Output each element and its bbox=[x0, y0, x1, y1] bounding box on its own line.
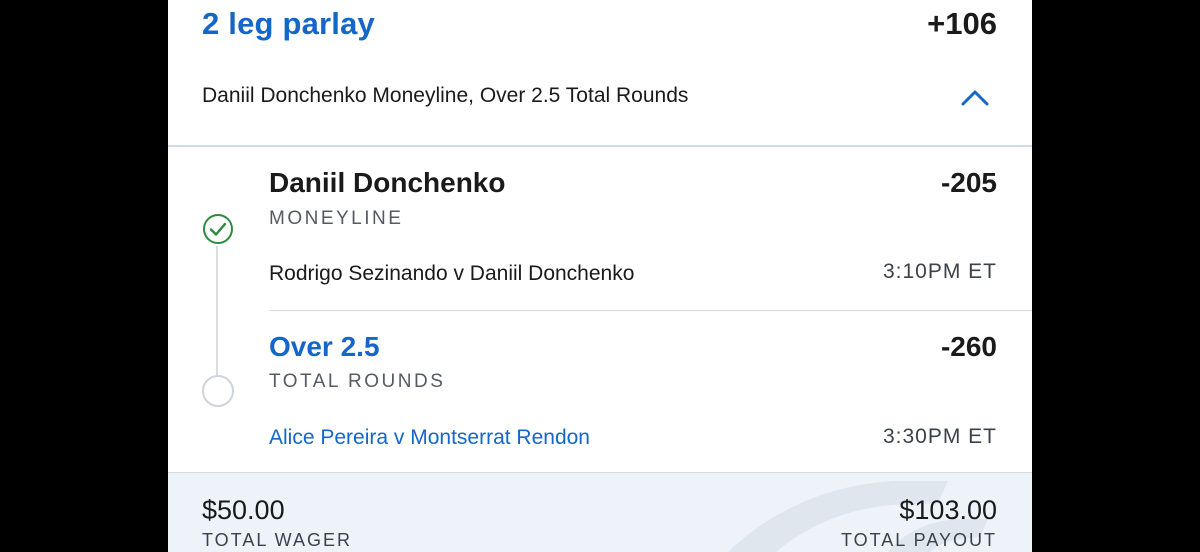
timeline-connector bbox=[216, 246, 218, 376]
total-payout-label: TOTAL PAYOUT bbox=[840, 530, 997, 550]
parlay-description: Daniil Donchenko Moneyline, Over 2.5 Tot… bbox=[202, 84, 689, 107]
total-payout-amount: $103.00 bbox=[899, 495, 997, 525]
bet-card: 2 leg parlay +106 Daniil Donchenko Money… bbox=[168, 0, 1032, 552]
chevron-up-icon[interactable] bbox=[960, 86, 990, 108]
leg-divider bbox=[269, 310, 1032, 311]
leg-1-event: Rodrigo Sezinando v Daniil Donchenko bbox=[269, 262, 635, 285]
leg-1-selection: Daniil Donchenko bbox=[269, 167, 506, 198]
leg-2-odds: -260 bbox=[940, 331, 997, 362]
header-divider bbox=[168, 145, 1032, 147]
leg-2-market: TOTAL ROUNDS bbox=[269, 371, 446, 392]
parlay-title: 2 leg parlay bbox=[202, 6, 375, 41]
check-circle-icon bbox=[203, 214, 233, 244]
total-wager-amount: $50.00 bbox=[202, 495, 285, 525]
bet-footer: $50.00 TOTAL WAGER $103.00 TOTAL PAYOUT bbox=[168, 473, 1032, 552]
parlay-odds: +106 bbox=[927, 6, 997, 41]
empty-circle-icon bbox=[202, 375, 234, 407]
leg-2-time: 3:30PM ET bbox=[882, 425, 997, 448]
leg-1-time: 3:10PM ET bbox=[882, 260, 997, 283]
leg-1-odds: -205 bbox=[940, 167, 997, 198]
leg-1-market: MONEYLINE bbox=[269, 208, 404, 229]
leg-2-selection: Over 2.5 bbox=[269, 331, 380, 362]
total-wager-label: TOTAL WAGER bbox=[202, 530, 353, 550]
leg-2-event-link[interactable]: Alice Pereira v Montserrat Rendon bbox=[269, 426, 590, 450]
